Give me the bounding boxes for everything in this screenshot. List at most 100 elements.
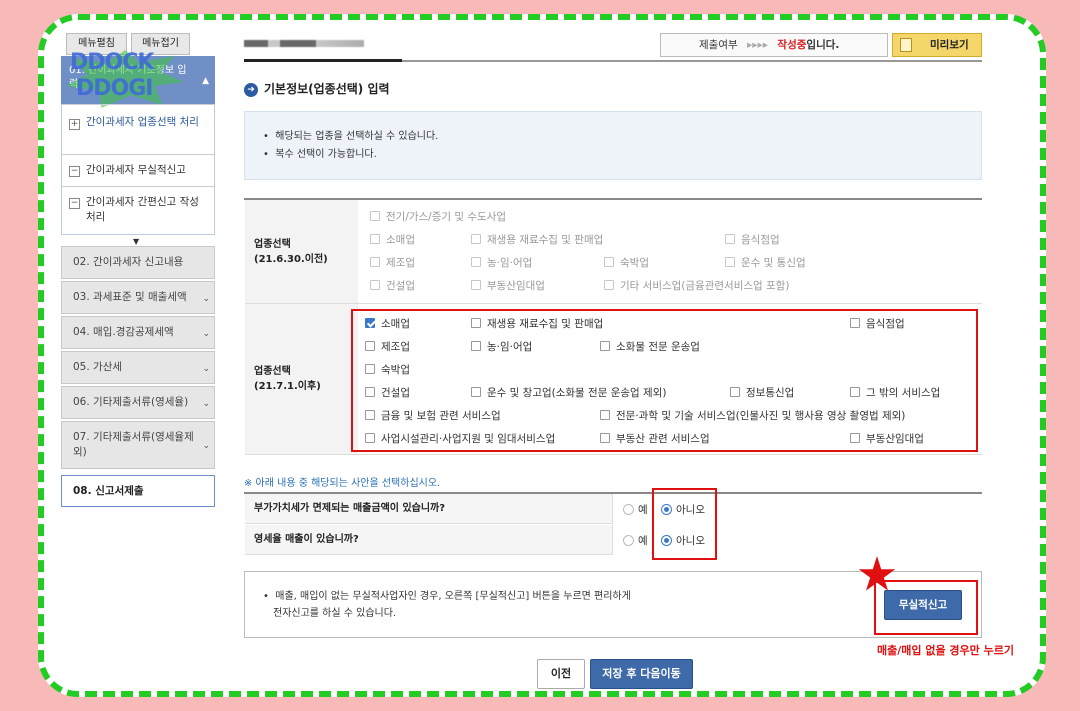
new-industry-option[interactable]: 소화물 전문 운송업: [600, 339, 700, 354]
checkbox-box[interactable]: [471, 234, 481, 244]
checkbox-box[interactable]: [365, 387, 375, 397]
option-label: 농·임·어업: [487, 341, 533, 353]
checkbox-box[interactable]: [370, 280, 380, 290]
new-industry-option[interactable]: 사업시설관리·사업지원 및 임대서비스업: [365, 431, 555, 446]
checkbox-box[interactable]: [600, 410, 610, 420]
checkbox-box[interactable]: [600, 341, 610, 351]
prev-button[interactable]: 이전: [537, 659, 585, 689]
radio-circle[interactable]: [623, 504, 634, 515]
sidebar-sub-item-no-record[interactable]: − 간이과세자 무실적신고: [62, 154, 214, 186]
new-industry-option[interactable]: 운수 및 창고업(소화물 전문 운송업 제외): [471, 385, 666, 400]
checkbox-box[interactable]: [471, 257, 481, 267]
new-industry-option[interactable]: 그 밖의 서비스업: [850, 385, 940, 400]
new-industry-option[interactable]: 숙박업: [365, 362, 410, 377]
chevron-down-icon: ⌄: [202, 328, 210, 339]
option-label: 예: [638, 504, 648, 516]
sidebar-item-label: 03. 과세표준 및 매출세액: [73, 291, 187, 303]
option-label: 제조업: [386, 257, 415, 269]
checkbox-box[interactable]: [471, 341, 481, 351]
new-industry-option[interactable]: 정보통신업: [730, 385, 794, 400]
checkbox-box[interactable]: [365, 318, 375, 328]
option-label: 소매업: [386, 234, 415, 246]
watermark-text: DDOCK DDOGI: [70, 50, 154, 102]
new-industry-option[interactable]: 음식점업: [850, 316, 905, 331]
option-label: 소화물 전문 운송업: [616, 341, 700, 353]
checkbox-box[interactable]: [850, 387, 860, 397]
old-industry-option[interactable]: 소매업: [370, 232, 415, 247]
sidebar-sub-label: 간이과세자 무실적신고: [86, 164, 186, 176]
old-industry-option[interactable]: 기타 서비스업(금융관련서비스업 포함): [604, 278, 789, 293]
sidebar-item-report-content[interactable]: 02. 간이과세자 신고내용: [61, 246, 215, 279]
new-industry-option[interactable]: 제조업: [365, 339, 410, 354]
checkbox-box[interactable]: [604, 257, 614, 267]
notice-text: 전자신고를 하실 수 있습니다.: [273, 608, 397, 619]
new-industry-option-checked[interactable]: 소매업: [365, 316, 410, 331]
radio-yes[interactable]: 예: [623, 502, 648, 517]
option-label: 숙박업: [620, 257, 649, 269]
checkbox-box[interactable]: [850, 318, 860, 328]
new-industry-option[interactable]: 농·임·어업: [471, 339, 532, 354]
new-industry-option[interactable]: 전문·과학 및 기술 서비스업(인물사진 및 행사용 영상 촬영법 제외): [600, 408, 905, 423]
sidebar-item-penalty[interactable]: 05. 가산세 ⌄: [61, 351, 215, 384]
status-suffix: 입니다.: [806, 39, 840, 51]
notice-line: • 해당되는 업종을 선택하실 수 있습니다.: [263, 131, 439, 142]
checkbox-box[interactable]: [370, 211, 380, 221]
submission-status: 제출여부 ▸▸▸▸ 작성중입니다.: [660, 33, 888, 57]
annotation-text: 매출/매입 없을 경우만 누르기: [877, 644, 1014, 657]
document-icon: [900, 38, 912, 52]
new-industry-option[interactable]: 부동산임대업: [850, 431, 924, 446]
option-label: 재생용 재료수집 및 판매업: [487, 234, 604, 246]
new-industry-option[interactable]: 부동산 관련 서비스업: [600, 431, 710, 446]
sidebar-item-other-docs[interactable]: 07. 기타제출서류(영세율제외) ⌄: [61, 421, 215, 469]
sidebar-item-label: 08. 신고서제출: [73, 484, 144, 497]
save-next-button[interactable]: 저장 후 다음이동: [590, 659, 693, 689]
option-label: 재생용 재료수집 및 판매업: [487, 318, 604, 330]
new-industry-option[interactable]: 금융 및 보험 관련 서비스업: [365, 408, 501, 423]
option-label: 기타 서비스업(금융관련서비스업 포함): [620, 280, 790, 292]
sidebar-item-zero-rate-docs[interactable]: 06. 기타제출서류(영세율) ⌄: [61, 386, 215, 419]
new-industry-option[interactable]: 건설업: [365, 385, 410, 400]
notice-text: 해당되는 업종을 선택하실 수 있습니다.: [275, 131, 439, 142]
minus-icon: −: [69, 198, 80, 209]
checkbox-box[interactable]: [725, 257, 735, 267]
old-industry-option[interactable]: 부동산임대업: [471, 278, 545, 293]
checkbox-box[interactable]: [471, 280, 481, 290]
sidebar-item-label: 05. 가산세: [73, 361, 123, 373]
notice-line: • 복수 선택이 가능합니다.: [263, 149, 377, 160]
sidebar-item-tax-base[interactable]: 03. 과세표준 및 매출세액 ⌄: [61, 281, 215, 314]
checkbox-box[interactable]: [365, 433, 375, 443]
checkbox-box[interactable]: [370, 257, 380, 267]
checkbox-box[interactable]: [471, 318, 481, 328]
old-industry-option[interactable]: 숙박업: [604, 255, 649, 270]
sidebar-item-label: 06. 기타제출서류(영세율): [73, 396, 189, 408]
checkbox-box[interactable]: [725, 234, 735, 244]
checkbox-box[interactable]: [365, 410, 375, 420]
sidebar-sub-label: 간이과세자 간편신고 작성 처리: [86, 196, 199, 223]
old-industry-option[interactable]: 전기/가스/증기 및 수도사업: [370, 209, 506, 224]
old-industry-option[interactable]: 농·임·어업: [471, 255, 532, 270]
checkbox-box[interactable]: [471, 387, 481, 397]
checkbox-box[interactable]: [370, 234, 380, 244]
checkbox-box[interactable]: [850, 433, 860, 443]
radio-circle[interactable]: [623, 535, 634, 546]
sidebar-item-submit[interactable]: 08. 신고서제출: [61, 475, 215, 507]
sidebar-item-deduction[interactable]: 04. 매입.경감공제세액 ⌄: [61, 316, 215, 349]
old-industry-option[interactable]: 재생용 재료수집 및 판매업: [471, 232, 603, 247]
checkbox-box[interactable]: [730, 387, 740, 397]
checkbox-box[interactable]: [365, 341, 375, 351]
radio-yes[interactable]: 예: [623, 533, 648, 548]
option-label: 음식점업: [741, 234, 780, 246]
sidebar-sub-item-business-type[interactable]: + 간이과세자 업종선택 처리: [62, 104, 214, 154]
old-industry-option[interactable]: 건설업: [370, 278, 415, 293]
old-industry-option[interactable]: 운수 및 통신업: [725, 255, 806, 270]
sidebar-sub-item-simple-report[interactable]: − 간이과세자 간편신고 작성 처리: [62, 186, 214, 234]
preview-button[interactable]: 미리보기: [892, 33, 982, 57]
option-label: 부동산임대업: [866, 433, 924, 445]
checkbox-box[interactable]: [604, 280, 614, 290]
checkbox-box[interactable]: [600, 433, 610, 443]
new-industry-option[interactable]: 재생용 재료수집 및 판매업: [471, 316, 603, 331]
old-industry-option[interactable]: 음식점업: [725, 232, 780, 247]
checkbox-box[interactable]: [365, 364, 375, 374]
old-industry-option[interactable]: 제조업: [370, 255, 415, 270]
option-label: 제조업: [381, 341, 410, 353]
